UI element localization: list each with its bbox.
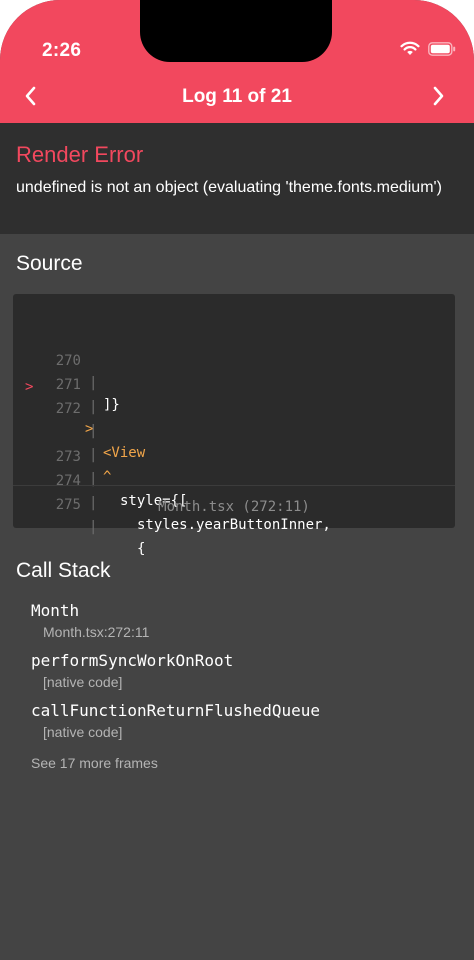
line-code: { — [137, 541, 146, 557]
device-notch — [140, 0, 332, 62]
frame-location: [native code] — [43, 724, 123, 740]
chevron-right-icon — [432, 85, 446, 112]
status-icons — [388, 41, 456, 61]
error-panel: Render Error undefined is not an object … — [0, 123, 474, 234]
code-frame: 270 | ]} 271 | > > 272 | <View | ^ 273 |… — [13, 294, 455, 557]
error-message: undefined is not an object (evaluating '… — [16, 179, 442, 196]
code-line: | ^ — [13, 378, 111, 485]
code-line-highlighted: > 272 | <View — [13, 354, 145, 461]
source-heading: Source — [16, 252, 83, 275]
nav-title: Log 11 of 21 — [182, 86, 292, 107]
see-more-frames-button[interactable]: See 17 more frames — [31, 755, 158, 771]
line-separator: | — [89, 423, 98, 439]
line-separator: | — [89, 447, 98, 463]
code-line: 275 | { — [13, 450, 146, 557]
next-log-button[interactable] — [424, 85, 454, 111]
battery-icon — [428, 41, 456, 61]
code-line: 273 | style={[ — [13, 402, 188, 509]
frame-location: Month.tsx:272:11 — [43, 624, 150, 640]
frame-name: performSyncWorkOnRoot — [31, 651, 234, 670]
line-code: <View — [103, 445, 146, 461]
frame-name: Month — [31, 601, 80, 620]
frame-location: [native code] — [43, 674, 123, 690]
wifi-icon — [400, 41, 420, 61]
call-stack-heading: Call Stack — [16, 559, 111, 582]
frame-name: callFunctionReturnFlushedQueue — [31, 701, 320, 720]
error-title: Render Error — [16, 142, 144, 167]
status-time: 2:26 — [42, 40, 82, 61]
stack-frame[interactable]: performSyncWorkOnRoot [native code] — [31, 651, 233, 690]
stack-frame[interactable]: Month Month.tsx:272:11 — [31, 601, 149, 640]
signal-icon — [388, 42, 392, 60]
source-file-location[interactable]: Month.tsx (272:11) — [13, 485, 455, 528]
stack-frame[interactable]: callFunctionReturnFlushedQueue [native c… — [31, 701, 320, 740]
line-code: ]} — [103, 397, 120, 413]
app-screen: 2:26 Log 11 of 21 Render Error undefined… — [0, 0, 474, 960]
code-line: 271 | > — [13, 330, 98, 437]
line-separator: | — [89, 399, 98, 415]
code-line: 270 | ]} — [13, 306, 120, 413]
line-separator: | — [89, 375, 98, 391]
code-line: 274 | styles.yearButtonInner, — [13, 426, 331, 533]
nav-header: 2:26 Log 11 of 21 — [0, 0, 474, 123]
